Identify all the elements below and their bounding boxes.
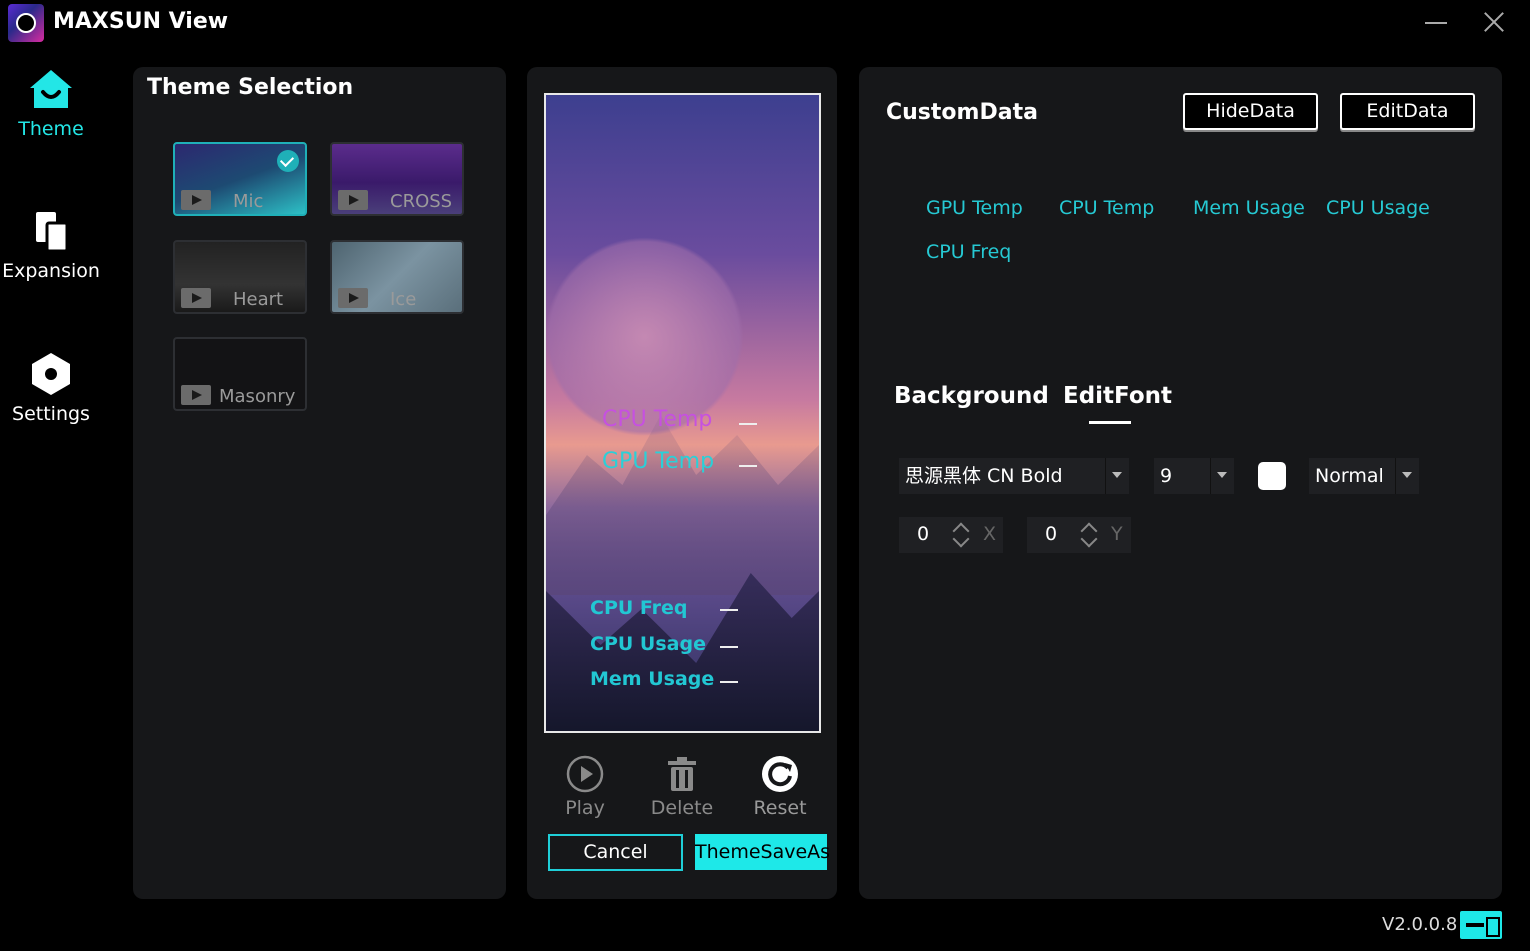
theme-label: Heart (233, 289, 284, 310)
data-item-cpu-temp[interactable]: CPU Temp (1059, 197, 1154, 219)
x-position-value: 0 (917, 523, 930, 545)
gear-icon (32, 353, 70, 395)
nav-item-theme[interactable]: Theme (0, 66, 102, 140)
theme-thumb-masonry[interactable]: Masonry (173, 337, 307, 411)
version-label: V2.0.0.8 (1382, 914, 1458, 935)
theme-thumb-mic[interactable]: Mic (173, 142, 307, 216)
stepper-arrows-icon[interactable] (951, 519, 971, 551)
theme-label: Ice (390, 289, 417, 310)
preview-panel: CPU Temp GPU Temp CPU Freq CPU Usage Mem… (527, 67, 837, 899)
title-bar: MAXSUN View (0, 0, 1530, 46)
preview-label-cpu-temp[interactable]: CPU Temp (602, 407, 712, 432)
expansion-icon (36, 212, 69, 253)
play-icon (566, 755, 604, 793)
stepper-arrows-icon[interactable] (1079, 519, 1099, 551)
theme-selection-panel: Theme Selection Mic CROSS Heart Ice Maso… (133, 67, 506, 899)
theme-label: Mic (233, 191, 264, 212)
panel-title: Theme Selection (147, 75, 354, 100)
preview-label-mem-usage[interactable]: Mem Usage (590, 668, 714, 690)
video-icon (181, 385, 211, 405)
delete-label: Delete (650, 797, 714, 819)
theme-thumb-ice[interactable]: Ice (330, 240, 464, 314)
preview-value-dash (739, 465, 757, 467)
nav-label-settings: Settings (12, 403, 90, 425)
chevron-down-icon (1210, 458, 1234, 494)
theme-label: CROSS (390, 191, 453, 212)
theme-label: Masonry (219, 386, 296, 407)
preview-screen[interactable]: CPU Temp GPU Temp CPU Freq CPU Usage Mem… (544, 93, 821, 733)
reset-button[interactable]: Reset (740, 755, 820, 819)
font-style-value: Normal (1315, 465, 1384, 487)
data-item-gpu-temp[interactable]: GPU Temp (926, 197, 1023, 219)
preview-label-gpu-temp[interactable]: GPU Temp (602, 449, 714, 474)
chevron-down-icon (1105, 458, 1129, 494)
play-label: Play (565, 797, 605, 819)
trash-icon (668, 757, 696, 791)
theme-thumb-heart[interactable]: Heart (173, 240, 307, 314)
font-family-value: 思源黑体 CN Bold (905, 465, 1063, 487)
theme-save-as-button[interactable]: ThemeSaveAs (695, 834, 830, 870)
app-logo-icon (8, 4, 44, 42)
preview-value-dash (720, 646, 738, 648)
y-position-stepper[interactable]: 0 Y (1027, 517, 1131, 553)
app-title: MAXSUN View (53, 9, 229, 34)
video-icon (181, 190, 211, 210)
theme-thumb-cross[interactable]: CROSS (330, 142, 464, 216)
close-icon[interactable] (1480, 8, 1508, 36)
x-position-stepper[interactable]: 0 X (899, 517, 1003, 553)
nav-item-settings[interactable]: Settings (0, 351, 102, 425)
reset-label: Reset (753, 797, 807, 819)
data-item-cpu-usage[interactable]: CPU Usage (1326, 197, 1430, 219)
preview-value-dash (720, 609, 738, 611)
font-size-select[interactable]: 9 (1154, 458, 1234, 494)
font-family-select[interactable]: 思源黑体 CN Bold (899, 458, 1129, 494)
video-icon (338, 190, 368, 210)
reset-icon (762, 756, 798, 792)
video-icon (181, 288, 211, 308)
home-icon (30, 70, 72, 108)
font-color-swatch[interactable] (1258, 462, 1286, 490)
video-icon (338, 288, 368, 308)
x-axis-label: X (983, 523, 997, 545)
preview-label-cpu-usage[interactable]: CPU Usage (590, 633, 706, 655)
data-item-cpu-freq[interactable]: CPU Freq (926, 241, 1011, 263)
active-tab-indicator (1089, 421, 1131, 424)
nav-item-expansion[interactable]: Expansion (0, 208, 102, 282)
data-item-mem-usage[interactable]: Mem Usage (1193, 197, 1305, 219)
cancel-button[interactable]: Cancel (548, 834, 683, 871)
preview-value-dash (739, 423, 757, 425)
preview-value-dash (720, 681, 738, 683)
chevron-down-icon (1395, 458, 1419, 494)
edit-data-button[interactable]: EditData (1340, 93, 1475, 130)
usb-connection-icon[interactable] (1460, 911, 1502, 939)
nav-label-theme: Theme (18, 118, 84, 140)
custom-data-panel: CustomData HideData EditData GPU Temp CP… (859, 67, 1502, 899)
tab-edit-font[interactable]: EditFont (1063, 383, 1172, 409)
nav-label-expansion: Expansion (2, 260, 100, 282)
font-size-value: 9 (1160, 465, 1173, 487)
play-button[interactable]: Play (545, 755, 625, 819)
delete-button[interactable]: Delete (642, 755, 722, 819)
preview-label-cpu-freq[interactable]: CPU Freq (590, 597, 688, 619)
check-icon (277, 150, 299, 172)
custom-data-title: CustomData (886, 100, 1038, 125)
y-position-value: 0 (1045, 523, 1058, 545)
hide-data-button[interactable]: HideData (1183, 93, 1318, 130)
font-style-select[interactable]: Normal (1309, 458, 1419, 494)
minimize-icon[interactable] (1423, 8, 1451, 36)
tab-background[interactable]: Background (894, 383, 1049, 409)
y-axis-label: Y (1111, 523, 1123, 545)
